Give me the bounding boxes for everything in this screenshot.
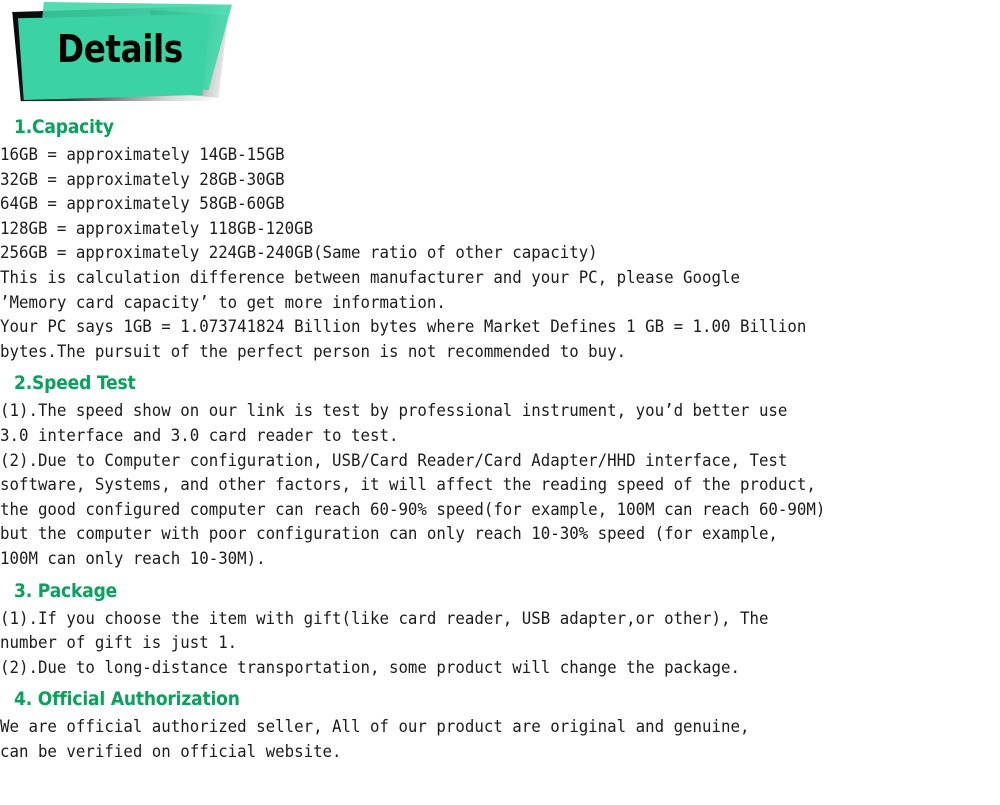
list-item: 3.0 interface and 3.0 card reader to tes…: [0, 425, 399, 445]
list-item: We are official authorized seller, All o…: [0, 717, 750, 737]
section-heading-speed-test: 2.Speed Test: [14, 372, 136, 395]
details-page: Details 1.Capacity 16GB = approximately …: [0, 0, 1000, 805]
capacity-line-list: 16GB = approximately 14GB-15GB 32GB = ap…: [0, 143, 1000, 364]
list-item: software, Systems, and other factors, it…: [0, 475, 816, 495]
section-speed-test: 2.Speed Test (1).The speed show on our l…: [0, 370, 1000, 571]
section-heading-package: 3. Package: [14, 579, 118, 602]
list-item: 16GB = approximately 14GB-15GB: [0, 145, 285, 164]
list-item: 100M can only reach 10-30M).: [0, 548, 266, 568]
list-item: bytes.The pursuit of the perfect person …: [0, 341, 627, 361]
authorization-line-list: We are official authorized seller, All o…: [0, 715, 1000, 764]
section-capacity: 1.Capacity 16GB = approximately 14GB-15G…: [0, 114, 1000, 364]
list-item: 128GB = approximately 118GB-120GB: [0, 218, 314, 238]
list-item: (2).Due to long-distance transportation,…: [0, 657, 740, 677]
list-item: This is calculation difference between m…: [0, 267, 740, 287]
list-item: (1).The speed show on our link is test b…: [0, 401, 788, 421]
list-item: (2).Due to Computer configuration, USB/C…: [0, 450, 788, 470]
list-item: the good configured computer can reach 6…: [0, 499, 826, 519]
list-item: but the computer with poor configuration…: [0, 524, 778, 544]
details-banner: Details: [0, 0, 1000, 110]
list-item: can be verified on official website.: [0, 741, 342, 761]
list-item: 32GB = approximately 28GB-30GB: [0, 169, 285, 189]
list-item: (1).If you choose the item with gift(lik…: [0, 608, 769, 628]
list-item: ’Memory card capacity’ to get more infor…: [0, 292, 446, 312]
speed-test-line-list: (1).The speed show on our link is test b…: [0, 399, 1000, 571]
package-line-list: (1).If you choose the item with gift(lik…: [0, 607, 1000, 681]
details-content: 1.Capacity 16GB = approximately 14GB-15G…: [0, 110, 1000, 764]
list-item: number of gift is just 1.: [0, 633, 238, 653]
list-item: 256GB = approximately 224GB-240GB(Same r…: [0, 243, 598, 263]
list-item: 64GB = approximately 58GB-60GB: [0, 194, 285, 214]
banner-title: Details: [57, 27, 183, 71]
list-item: Your PC says 1GB = 1.073741824 Billion b…: [0, 317, 807, 337]
section-heading-capacity: 1.Capacity: [14, 116, 114, 138]
section-heading-official-authorization: 4. Official Authorization: [14, 688, 240, 711]
section-official-authorization: 4. Official Authorization We are officia…: [0, 686, 1000, 764]
section-package: 3. Package (1).If you choose the item wi…: [0, 578, 1000, 681]
